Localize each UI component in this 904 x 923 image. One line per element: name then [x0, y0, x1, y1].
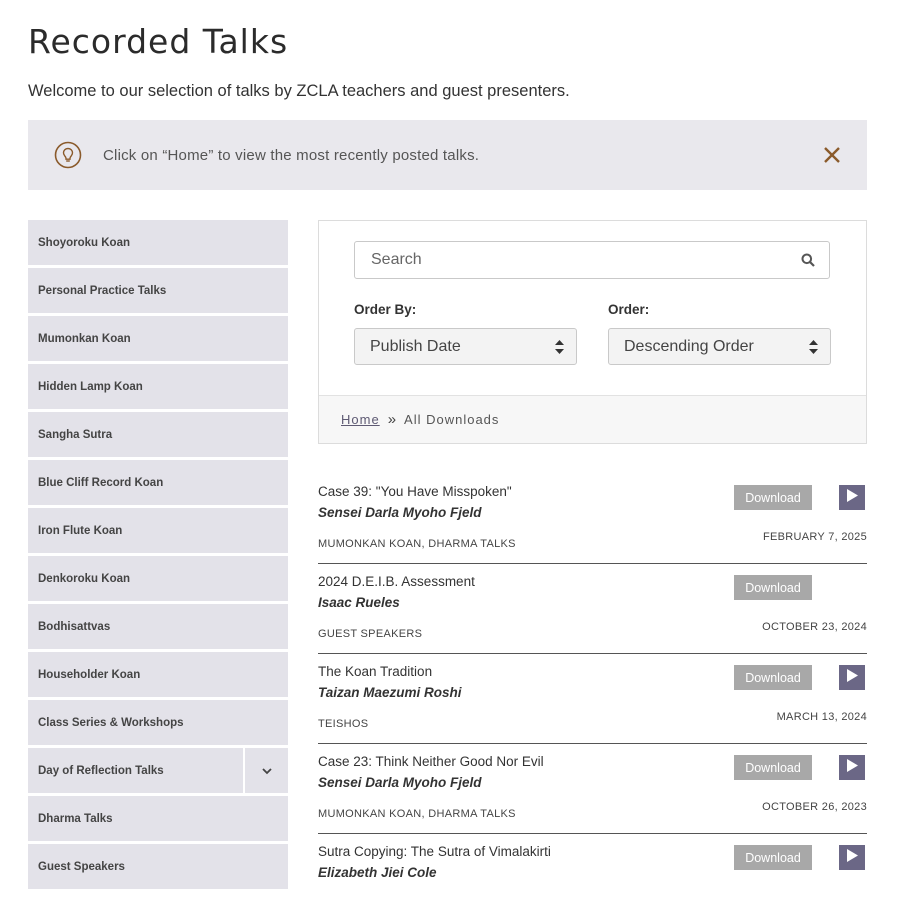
breadcrumb-separator: »	[387, 411, 397, 428]
play-icon	[846, 668, 858, 687]
play-button[interactable]	[839, 755, 865, 780]
play-button[interactable]	[839, 485, 865, 510]
list-item: Case 39: "You Have Misspoken" Sensei Dar…	[318, 474, 867, 564]
order-value: Descending Order	[624, 337, 754, 355]
talk-speaker: Sensei Darla Myoho Fjeld	[318, 775, 482, 790]
breadcrumb-home-link[interactable]: Home	[341, 412, 380, 427]
order-by-label: Order By:	[354, 302, 417, 317]
select-arrows-icon	[809, 340, 818, 354]
sidebar-item-label: Class Series & Workshops	[38, 716, 184, 729]
category-sidebar: Shoyoroku Koan Personal Practice Talks M…	[28, 220, 288, 892]
close-icon[interactable]	[823, 146, 841, 164]
breadcrumb: Home » All Downloads	[319, 395, 866, 443]
category-link[interactable]: DHARMA TALKS	[428, 808, 516, 820]
sidebar-item-label: Hidden Lamp Koan	[38, 380, 143, 393]
search-box[interactable]	[354, 241, 830, 279]
talk-title: 2024 D.E.I.B. Assessment	[318, 574, 475, 589]
list-item: The Koan Tradition Taizan Maezumi Roshi …	[318, 654, 867, 744]
sidebar-item-label: Bodhisattvas	[38, 620, 111, 633]
sidebar-item-label: Guest Speakers	[38, 860, 125, 873]
sidebar-item-label: Blue Cliff Record Koan	[38, 476, 164, 489]
category-link[interactable]: TEISHOS	[318, 718, 368, 730]
sidebar-item-bodhisattvas[interactable]: Bodhisattvas	[28, 604, 288, 649]
sidebar-item-shoyoroku-koan[interactable]: Shoyoroku Koan	[28, 220, 288, 265]
sidebar-item-label: Householder Koan	[38, 668, 141, 681]
sidebar-item-sangha-sutra[interactable]: Sangha Sutra	[28, 412, 288, 457]
talk-speaker: Taizan Maezumi Roshi	[318, 685, 462, 700]
order-label: Order:	[608, 302, 650, 317]
sidebar-item-householder-koan[interactable]: Householder Koan	[28, 652, 288, 697]
download-button[interactable]: Download	[734, 845, 812, 870]
lightbulb-icon	[54, 141, 82, 169]
sidebar-item-mumonkan-koan[interactable]: Mumonkan Koan	[28, 316, 288, 361]
sidebar-item-label: Mumonkan Koan	[38, 332, 131, 345]
talk-categories: MUMONKAN KOAN, DHARMA TALKS	[318, 808, 516, 820]
sidebar-item-label: Iron Flute Koan	[38, 524, 123, 537]
notice-banner: Click on “Home” to view the most recentl…	[28, 120, 867, 190]
talk-speaker: Elizabeth Jiei Cole	[318, 865, 437, 880]
search-icon[interactable]	[801, 253, 815, 267]
order-select[interactable]: Descending Order	[608, 328, 831, 365]
talk-speaker: Isaac Rueles	[318, 595, 400, 610]
category-link[interactable]: MUMONKAN KOAN	[318, 538, 422, 550]
page-subtitle: Welcome to our selection of talks by ZCL…	[28, 82, 570, 100]
talk-title: Sutra Copying: The Sutra of Vimalakirti	[318, 844, 551, 859]
category-link[interactable]: MUMONKAN KOAN	[318, 808, 422, 820]
sidebar-item-blue-cliff-record-koan[interactable]: Blue Cliff Record Koan	[28, 460, 288, 505]
talk-categories: TEISHOS	[318, 718, 368, 730]
chevron-down-icon	[261, 762, 272, 780]
category-link[interactable]: DHARMA TALKS	[428, 538, 516, 550]
expand-button[interactable]	[243, 748, 288, 793]
play-icon	[846, 758, 858, 777]
sidebar-item-label: Shoyoroku Koan	[38, 236, 131, 249]
page-title: Recorded Talks	[28, 22, 289, 61]
order-by-select[interactable]: Publish Date	[354, 328, 577, 365]
talk-date: OCTOBER 23, 2024	[762, 621, 867, 633]
talk-title: Case 23: Think Neither Good Nor Evil	[318, 754, 544, 769]
select-arrows-icon	[555, 340, 564, 354]
talk-date: FEBRUARY 7, 2025	[762, 531, 867, 543]
notice-text: Click on “Home” to view the most recentl…	[103, 146, 480, 164]
list-item: Case 23: Think Neither Good Nor Evil Sen…	[318, 744, 867, 834]
sidebar-item-iron-flute-koan[interactable]: Iron Flute Koan	[28, 508, 288, 553]
play-icon	[846, 848, 858, 867]
breadcrumb-current: All Downloads	[404, 412, 500, 427]
talk-speaker: Sensei Darla Myoho Fjeld	[318, 505, 482, 520]
talk-title: The Koan Tradition	[318, 664, 433, 679]
order-by-value: Publish Date	[370, 337, 461, 355]
category-link[interactable]: GUEST SPEAKERS	[318, 628, 422, 640]
sidebar-item-hidden-lamp-koan[interactable]: Hidden Lamp Koan	[28, 364, 288, 409]
talk-categories: MUMONKAN KOAN, DHARMA TALKS	[318, 538, 516, 550]
sidebar-item-label: Denkoroku Koan	[38, 572, 131, 585]
filter-panel: Order By: Publish Date Order: Descending…	[318, 220, 867, 444]
download-button[interactable]: Download	[734, 575, 812, 600]
download-button[interactable]: Download	[734, 665, 812, 690]
talk-date: OCTOBER 26, 2023	[762, 801, 867, 813]
talk-list: Case 39: "You Have Misspoken" Sensei Dar…	[318, 474, 867, 923]
download-button[interactable]: Download	[734, 485, 812, 510]
list-item: 2024 D.E.I.B. Assessment Isaac Rueles GU…	[318, 564, 867, 654]
download-button[interactable]: Download	[734, 755, 812, 780]
sidebar-item-label: Sangha Sutra	[38, 428, 113, 441]
play-button[interactable]	[839, 845, 865, 870]
talk-date: MARCH 13, 2024	[776, 711, 867, 723]
sidebar-item-day-of-reflection-talks[interactable]: Day of Reflection Talks	[28, 748, 288, 793]
sidebar-item-label: Day of Reflection Talks	[38, 764, 164, 777]
sidebar-item-personal-practice-talks[interactable]: Personal Practice Talks	[28, 268, 288, 313]
play-icon	[846, 488, 858, 507]
search-input[interactable]	[369, 250, 793, 270]
sidebar-item-guest-speakers[interactable]: Guest Speakers	[28, 844, 288, 889]
talk-title: Case 39: "You Have Misspoken"	[318, 484, 512, 499]
sidebar-item-denkoroku-koan[interactable]: Denkoroku Koan	[28, 556, 288, 601]
sidebar-item-dharma-talks[interactable]: Dharma Talks	[28, 796, 288, 841]
play-button[interactable]	[839, 665, 865, 690]
sidebar-item-class-series-workshops[interactable]: Class Series & Workshops	[28, 700, 288, 745]
talk-categories: GUEST SPEAKERS	[318, 628, 422, 640]
sidebar-item-label: Dharma Talks	[38, 812, 113, 825]
sidebar-item-label: Personal Practice Talks	[38, 284, 167, 297]
